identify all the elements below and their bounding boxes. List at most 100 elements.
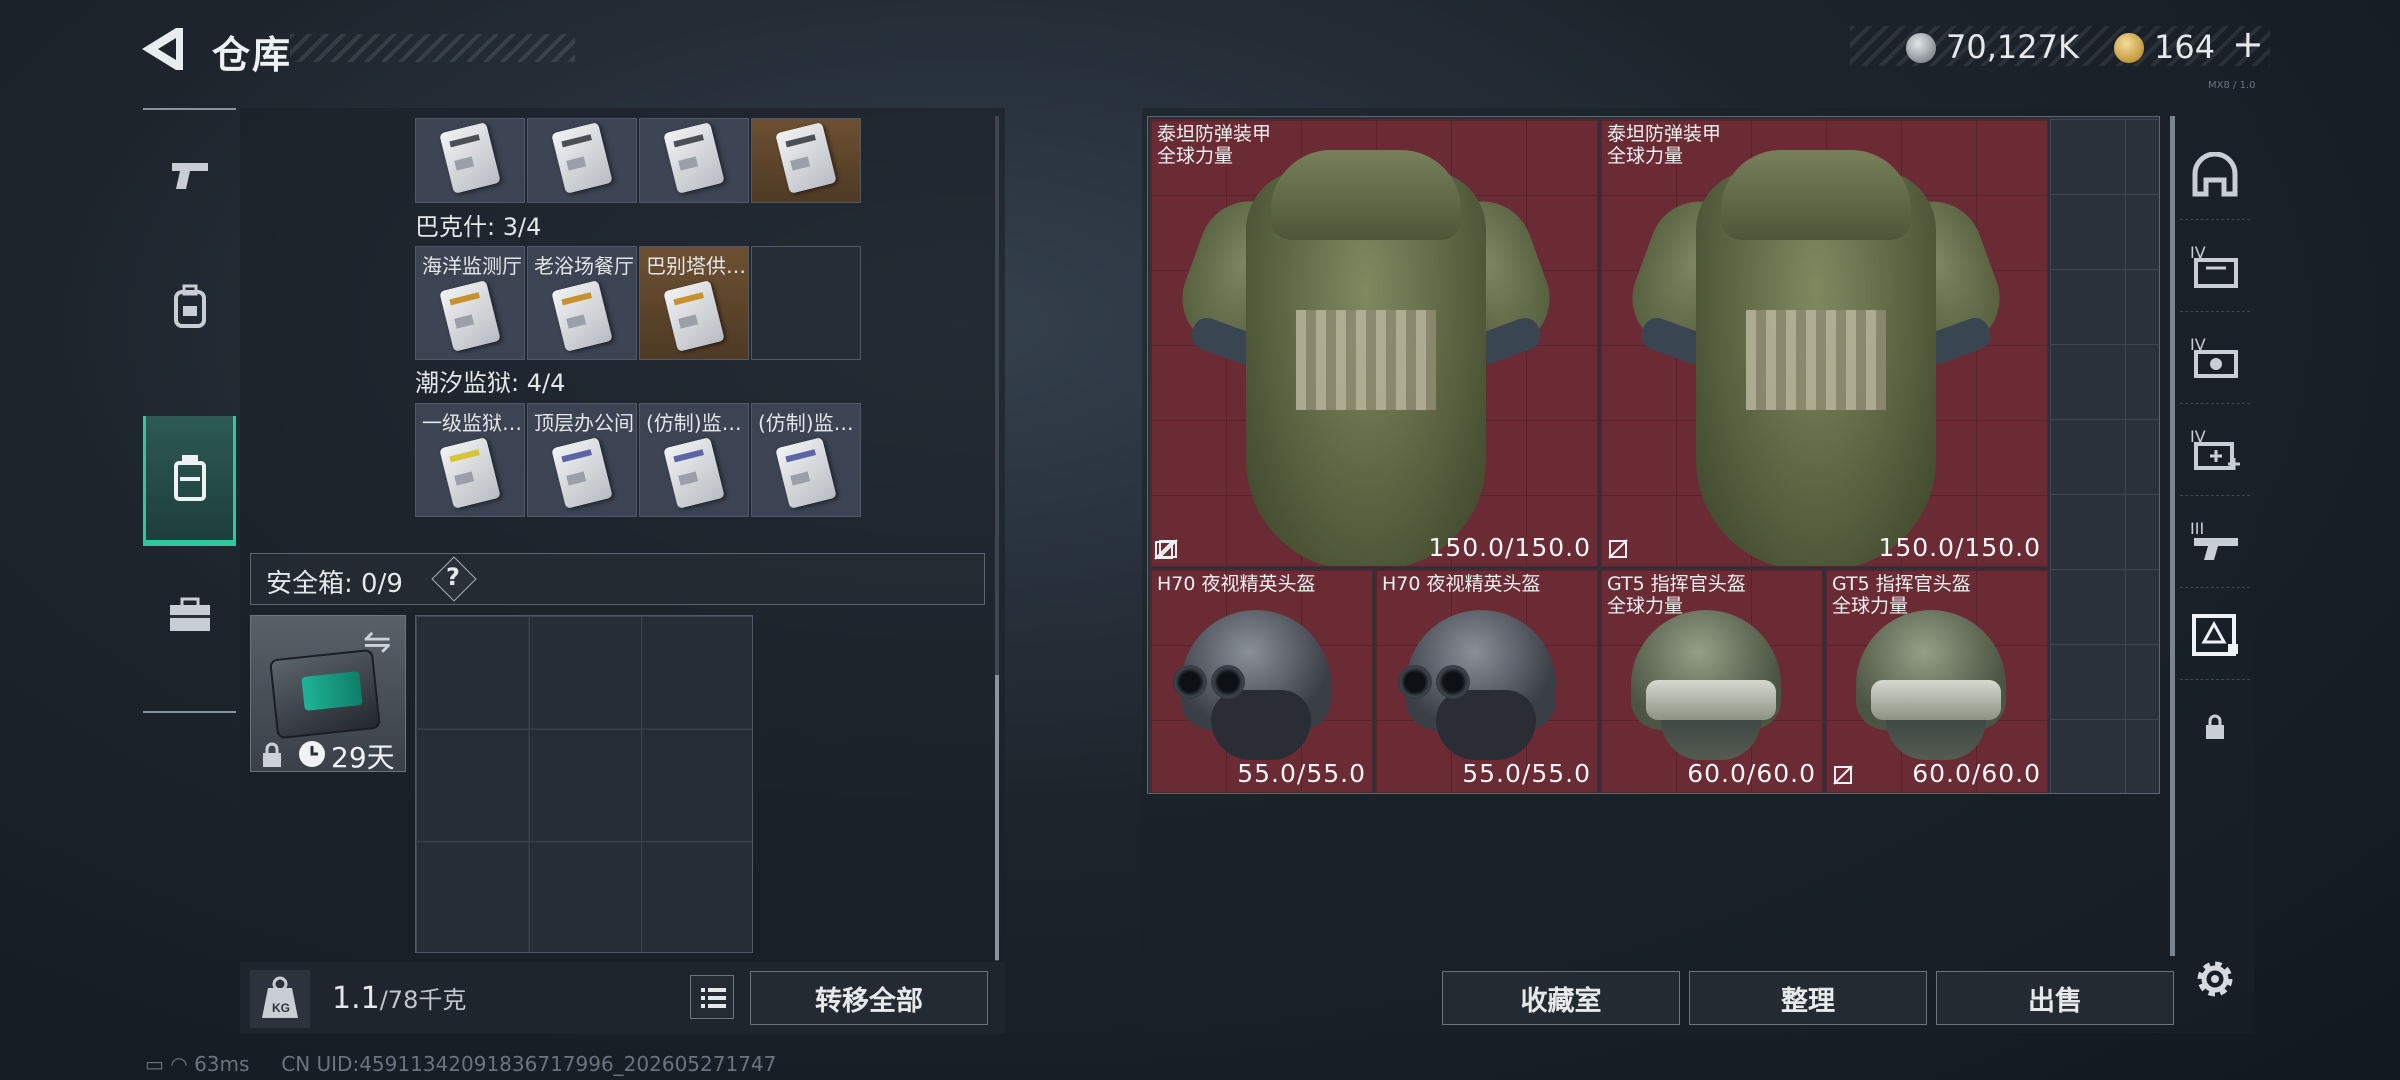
keycard-icon — [551, 122, 613, 194]
armor-plate — [1746, 310, 1886, 410]
durability: 55.0/55.0 — [1462, 759, 1591, 788]
equipment-scrollbar[interactable] — [2170, 116, 2175, 956]
settings-gear-icon[interactable] — [2188, 952, 2242, 1006]
organize-button[interactable]: 整理 — [1689, 971, 1927, 1025]
gold-currency-value: 164 — [2154, 28, 2216, 66]
svg-text:KG: KG — [272, 1001, 290, 1015]
pistol-icon — [171, 163, 208, 189]
storage-item[interactable]: 海洋监测厅 — [415, 246, 525, 360]
help-icon[interactable]: ? — [446, 563, 460, 591]
lock-toggle[interactable] — [2180, 682, 2250, 772]
filter-helmet[interactable] — [2180, 130, 2250, 220]
storage-item[interactable] — [415, 118, 525, 203]
helmet-slot-icon — [2192, 151, 2238, 196]
armor-collar — [1271, 150, 1461, 240]
tab-weapons[interactable] — [143, 110, 236, 240]
filter-medkit[interactable]: IV — [2180, 406, 2250, 496]
no-insure-icon — [1833, 765, 1853, 785]
storage-item[interactable]: (仿制)监… — [751, 403, 861, 517]
armor-item[interactable]: 泰坦防弹装甲 全球力量 150.0/150.0 — [1150, 119, 1598, 567]
durability: 150.0/150.0 — [1878, 533, 2041, 562]
safe-box-days: 29天 — [331, 741, 395, 772]
safe-box-label: 安全箱: 0/9 — [266, 569, 403, 599]
keycard-icon — [551, 437, 613, 509]
tab-briefcase[interactable] — [143, 550, 236, 680]
nv-lens — [1398, 665, 1432, 699]
group-title-tide: 潮汐监狱: 4/4 — [415, 369, 566, 397]
storage-item[interactable]: 一级监狱… — [415, 403, 525, 517]
title-decoration — [290, 34, 575, 62]
transfer-all-button[interactable]: 转移全部 — [750, 971, 988, 1025]
durability: 55.0/55.0 — [1237, 759, 1366, 788]
safe-box-item[interactable]: ⇋ 29天 — [250, 615, 406, 772]
item-name: GT5 指挥官头盔 全球力量 — [1607, 573, 1746, 617]
no-insure-icon — [1154, 540, 1174, 560]
storage-item[interactable] — [639, 118, 749, 203]
swap-icon[interactable]: ⇋ — [363, 622, 392, 662]
item-label: 海洋监测厅 — [422, 254, 522, 278]
equipment-grid: 泰坦防弹装甲 全球力量 150.0/150.0 泰坦防弹装甲 全球力量 150.0/… — [1147, 116, 2160, 794]
collection-room-button[interactable]: 收藏室 — [1442, 971, 1680, 1025]
storage-item[interactable]: 老浴场餐厅 — [527, 246, 637, 360]
armor-plate — [1296, 310, 1436, 410]
right-filter-nav: IV IV IV III — [2180, 130, 2250, 930]
item-name: H70 夜视精英头盔 — [1382, 573, 1541, 595]
version-mark: MX8 / 1.0 — [2208, 80, 2256, 91]
filter-armor[interactable]: IV — [2180, 222, 2250, 312]
keycard-icon — [551, 280, 613, 352]
medkit-tier-icon: IV — [2190, 427, 2240, 470]
item-label: (仿制)监… — [758, 411, 854, 435]
empty-slot[interactable] — [2050, 119, 2159, 793]
keycard-icon — [663, 122, 725, 194]
filter-icon — [2192, 613, 2238, 656]
keycard-icon — [775, 437, 837, 509]
item-name: H70 夜视精英头盔 — [1157, 573, 1316, 595]
storage-item[interactable] — [527, 118, 637, 203]
armor-item[interactable]: 泰坦防弹装甲 全球力量 150.0/150.0 — [1600, 119, 2048, 567]
storage-item[interactable]: 顶层办公间 — [527, 403, 637, 517]
group-title-baxis: 巴克什: 3/4 — [415, 213, 542, 241]
container-icon — [173, 455, 206, 501]
nv-lens — [1436, 665, 1470, 699]
item-label: 巴别塔供… — [646, 254, 746, 278]
filter-weapon[interactable]: IV — [2180, 314, 2250, 404]
helmet-item[interactable]: H70 夜视精英头盔 55.0/55.0 — [1375, 569, 1598, 793]
back-arrow-icon[interactable] — [140, 24, 186, 74]
clock-icon — [299, 741, 325, 767]
left-nav — [143, 108, 236, 713]
tab-gear[interactable] — [143, 242, 236, 372]
briefcase-icon — [169, 597, 210, 631]
helmet-visor — [1646, 680, 1776, 720]
durability: 60.0/60.0 — [1912, 759, 2041, 788]
storage-item[interactable]: 巴别塔供… — [639, 246, 749, 360]
keycard-icon — [663, 437, 725, 509]
helmet-face — [1211, 690, 1311, 760]
tab-storage[interactable] — [143, 416, 236, 546]
svg-text:III: III — [2190, 519, 2204, 538]
status-line: ▭ ◠ 63ms CN UID:4591134209183671799​6_20… — [145, 1052, 776, 1076]
add-gold-button[interactable]: + — [2232, 22, 2264, 66]
helmet-visor — [1871, 680, 2001, 720]
keycard-icon — [775, 122, 837, 194]
item-name: 泰坦防弹装甲 全球力量 — [1157, 123, 1272, 167]
list-icon — [701, 988, 726, 1008]
safe-box-grid[interactable] — [415, 615, 753, 953]
helmet-item[interactable]: GT5 指挥官头盔 全球力量 60.0/60.0 — [1825, 569, 2048, 793]
keycard-icon — [663, 280, 725, 352]
weight-current: 1.1 — [332, 981, 380, 1016]
nv-lens — [1173, 665, 1207, 699]
filter-all[interactable] — [2180, 590, 2250, 680]
empty-slot[interactable] — [751, 246, 861, 360]
storage-item[interactable]: (仿制)监… — [639, 403, 749, 517]
storage-item[interactable] — [751, 118, 861, 203]
filter-gun[interactable]: III — [2180, 498, 2250, 588]
armor-collar — [1721, 150, 1911, 240]
sell-button[interactable]: 出售 — [1936, 971, 2174, 1025]
helmet-item[interactable]: H70 夜视精英头盔 55.0/55.0 — [1150, 569, 1373, 793]
durability: 60.0/60.0 — [1687, 759, 1816, 788]
list-view-button[interactable] — [690, 975, 734, 1019]
silver-currency-value: 70,127K — [1946, 28, 2079, 66]
storage-scrollbar-thumb[interactable] — [995, 675, 999, 960]
item-label: 顶层办公间 — [534, 411, 634, 435]
helmet-item[interactable]: GT5 指挥官头盔 全球力量 60.0/60.0 — [1600, 569, 1823, 793]
